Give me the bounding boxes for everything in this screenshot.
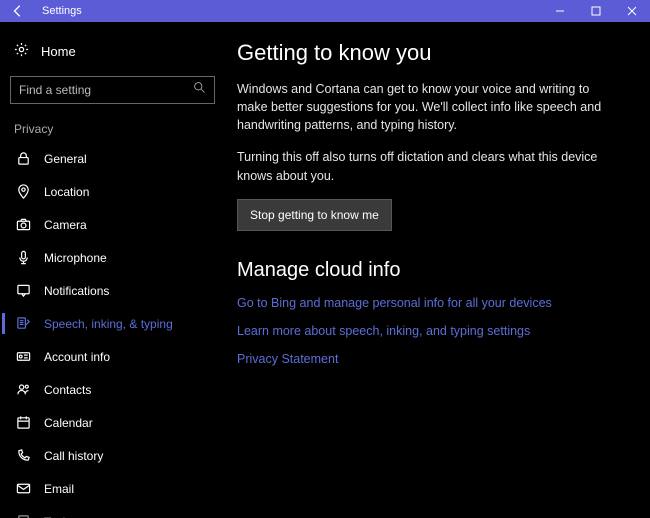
stop-getting-to-know-me-button[interactable]: Stop getting to know me (237, 199, 392, 231)
window-title: Settings (42, 5, 542, 17)
sidebar-item-contacts[interactable]: Contacts (0, 373, 225, 406)
sidebar-item-label: Call history (44, 449, 103, 463)
page-heading: Getting to know you (237, 40, 626, 66)
sidebar-item-label: Email (44, 482, 74, 496)
category-label: Privacy (0, 118, 225, 142)
sidebar-item-callhistory[interactable]: Call history (0, 439, 225, 472)
sidebar-item-label: Account info (44, 350, 110, 364)
search-icon (193, 81, 206, 99)
speech-icon (14, 316, 32, 331)
minimize-button[interactable] (542, 0, 578, 22)
location-icon (14, 184, 32, 199)
sidebar-item-label: Notifications (44, 284, 109, 298)
sidebar-item-general[interactable]: General (0, 142, 225, 175)
sidebar-item-label: Location (44, 185, 89, 199)
gear-icon (14, 42, 29, 60)
sidebar-item-label: Speech, inking, & typing (44, 317, 173, 331)
sidebar-item-notifications[interactable]: Notifications (0, 274, 225, 307)
sidebar-item-location[interactable]: Location (0, 175, 225, 208)
sidebar-item-account[interactable]: Account info (0, 340, 225, 373)
privacy-statement-link[interactable]: Privacy Statement (237, 352, 626, 366)
sidebar-item-microphone[interactable]: Microphone (0, 241, 225, 274)
lock-icon (14, 151, 32, 166)
description-text-2: Turning this off also turns off dictatio… (237, 148, 607, 184)
sidebar: Home Privacy General Location Camera Mic… (0, 22, 225, 518)
home-label: Home (41, 44, 76, 59)
close-button[interactable] (614, 0, 650, 22)
sidebar-item-calendar[interactable]: Calendar (0, 406, 225, 439)
sidebar-item-camera[interactable]: Camera (0, 208, 225, 241)
calendar-icon (14, 415, 32, 430)
search-input[interactable] (19, 83, 193, 97)
contacts-icon (14, 382, 32, 397)
search-input-wrap[interactable] (10, 76, 215, 104)
home-button[interactable]: Home (0, 34, 225, 68)
content-area: Getting to know you Windows and Cortana … (225, 22, 650, 518)
camera-icon (14, 217, 32, 232)
email-icon (14, 481, 32, 496)
notifications-icon (14, 283, 32, 298)
learn-more-link[interactable]: Learn more about speech, inking, and typ… (237, 324, 626, 338)
section-heading-cloud: Manage cloud info (237, 259, 626, 282)
sidebar-item-email[interactable]: Email (0, 472, 225, 505)
account-icon (14, 349, 32, 364)
maximize-button[interactable] (578, 0, 614, 22)
sidebar-item-tasks[interactable]: Tasks (0, 505, 225, 518)
bing-manage-link[interactable]: Go to Bing and manage personal info for … (237, 296, 626, 310)
tasks-icon (14, 514, 32, 518)
sidebar-item-label: Camera (44, 218, 87, 232)
sidebar-item-label: Contacts (44, 383, 91, 397)
sidebar-item-label: General (44, 152, 87, 166)
back-button[interactable] (0, 0, 36, 22)
description-text: Windows and Cortana can get to know your… (237, 80, 607, 134)
sidebar-item-label: Calendar (44, 416, 93, 430)
sidebar-item-label: Microphone (44, 251, 107, 265)
titlebar: Settings (0, 0, 650, 22)
sidebar-item-speech[interactable]: Speech, inking, & typing (0, 307, 225, 340)
callhistory-icon (14, 448, 32, 463)
microphone-icon (14, 250, 32, 265)
sidebar-item-label: Tasks (44, 515, 75, 518)
